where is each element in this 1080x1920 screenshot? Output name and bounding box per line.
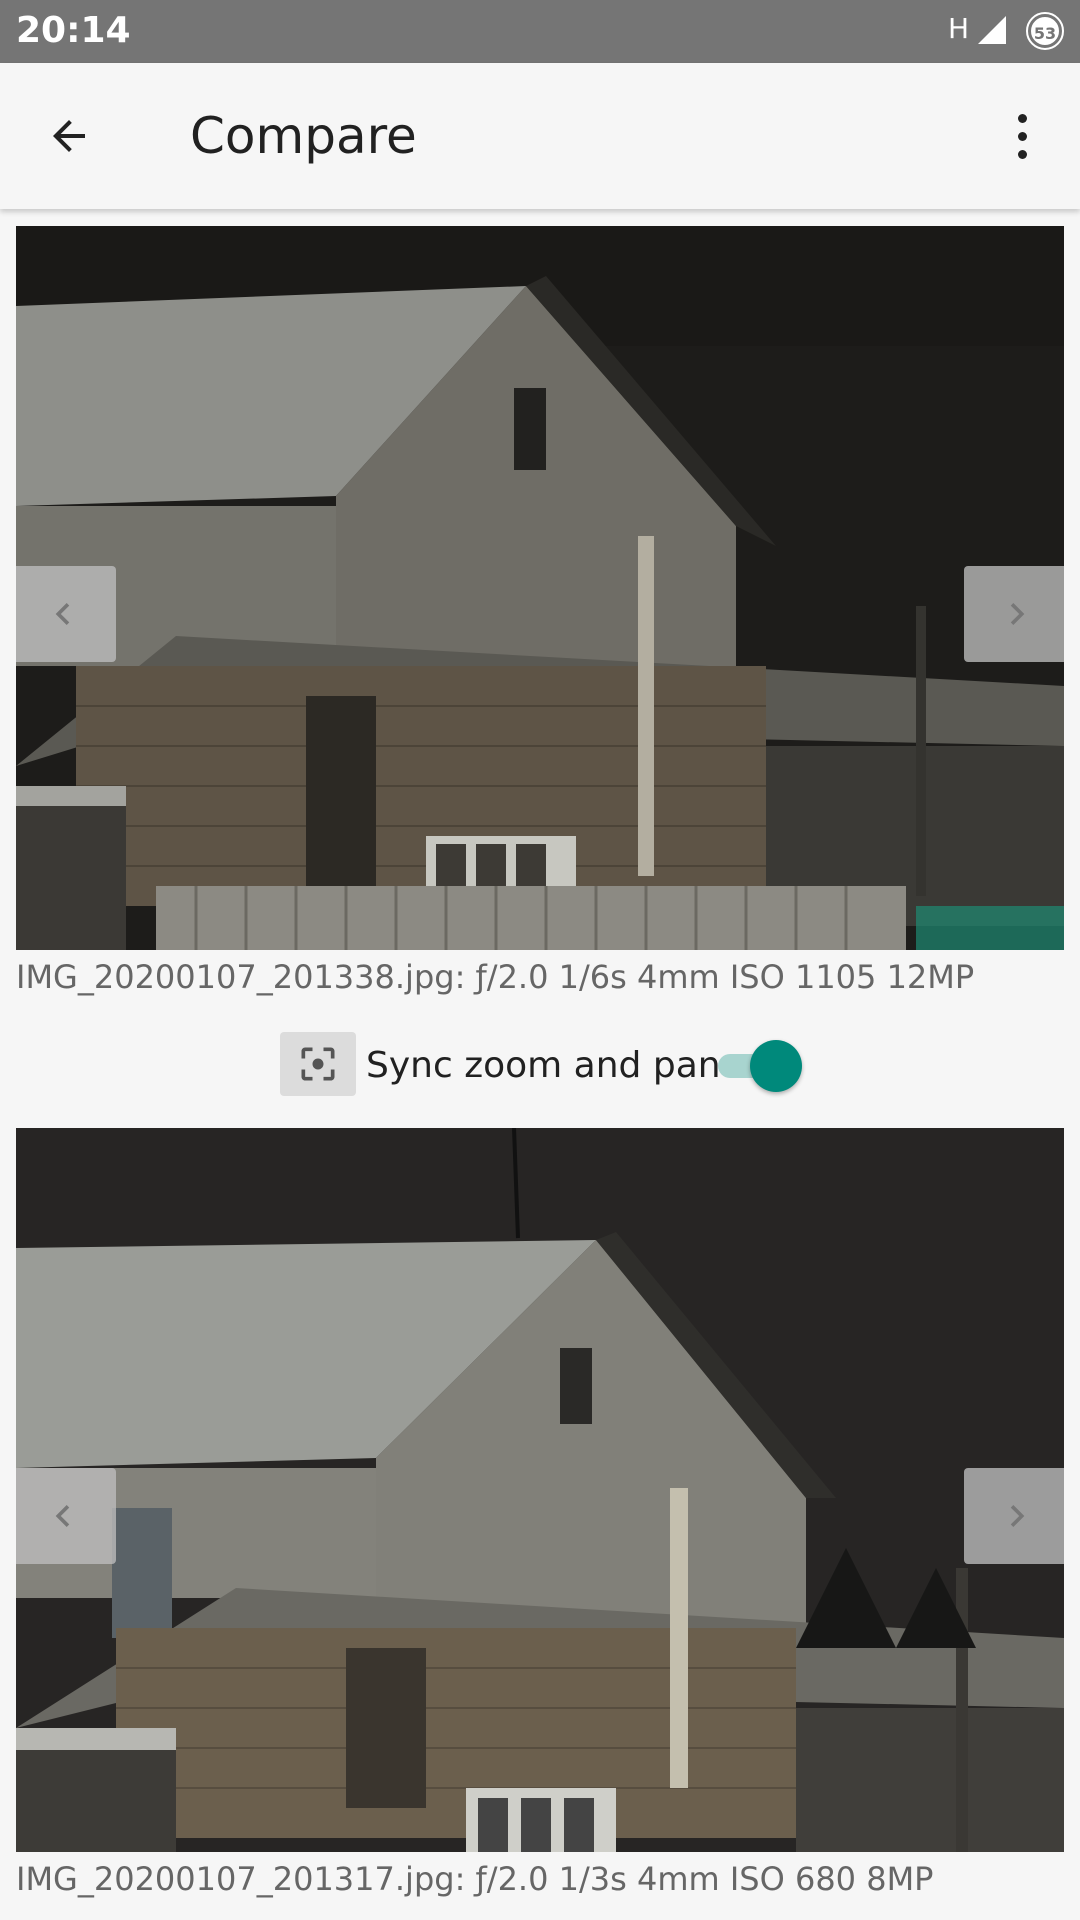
- notification-badge: 53: [1026, 12, 1064, 50]
- back-button[interactable]: [40, 107, 98, 165]
- signal-icon: [978, 16, 1006, 44]
- sync-button[interactable]: [280, 1032, 356, 1096]
- more-vert-icon: [1017, 113, 1027, 123]
- sync-toggle[interactable]: [716, 1038, 802, 1092]
- more-vert-dot: [1017, 149, 1027, 159]
- image-caption-1: IMG_20200107_201338.jpg: ƒ/2.0 1/6s 4mm …: [16, 958, 975, 996]
- chevron-right-icon: [1010, 603, 1025, 625]
- image-caption-2: IMG_20200107_201317.jpg: ƒ/2.0 1/3s 4mm …: [16, 1860, 934, 1898]
- more-options-button[interactable]: [1000, 103, 1044, 169]
- arrow-back-icon: [53, 120, 85, 152]
- center-focus-icon: [301, 1047, 335, 1081]
- page-title: Compare: [190, 107, 417, 165]
- status-time: 20:14: [16, 10, 131, 51]
- chevron-left-icon: [55, 603, 70, 625]
- image-pane-1[interactable]: [16, 226, 1064, 950]
- chevron-left-icon: [55, 1505, 70, 1527]
- status-bar: 20:14 H 53: [0, 0, 1080, 63]
- photo-1: [16, 226, 1064, 950]
- more-vert-dot: [1017, 131, 1027, 141]
- image-pane-2[interactable]: [16, 1128, 1064, 1852]
- next-image-button[interactable]: [964, 1468, 1064, 1564]
- next-image-button[interactable]: [964, 566, 1064, 662]
- toggle-thumb: [750, 1040, 802, 1092]
- previous-image-button[interactable]: [16, 566, 116, 662]
- photo-2: [16, 1128, 1064, 1852]
- previous-image-button[interactable]: [16, 1468, 116, 1564]
- sync-label: Sync zoom and pan: [366, 1045, 721, 1086]
- chevron-right-icon: [1010, 1505, 1025, 1527]
- network-type: H: [948, 12, 970, 45]
- app-bar: Compare: [0, 63, 1080, 209]
